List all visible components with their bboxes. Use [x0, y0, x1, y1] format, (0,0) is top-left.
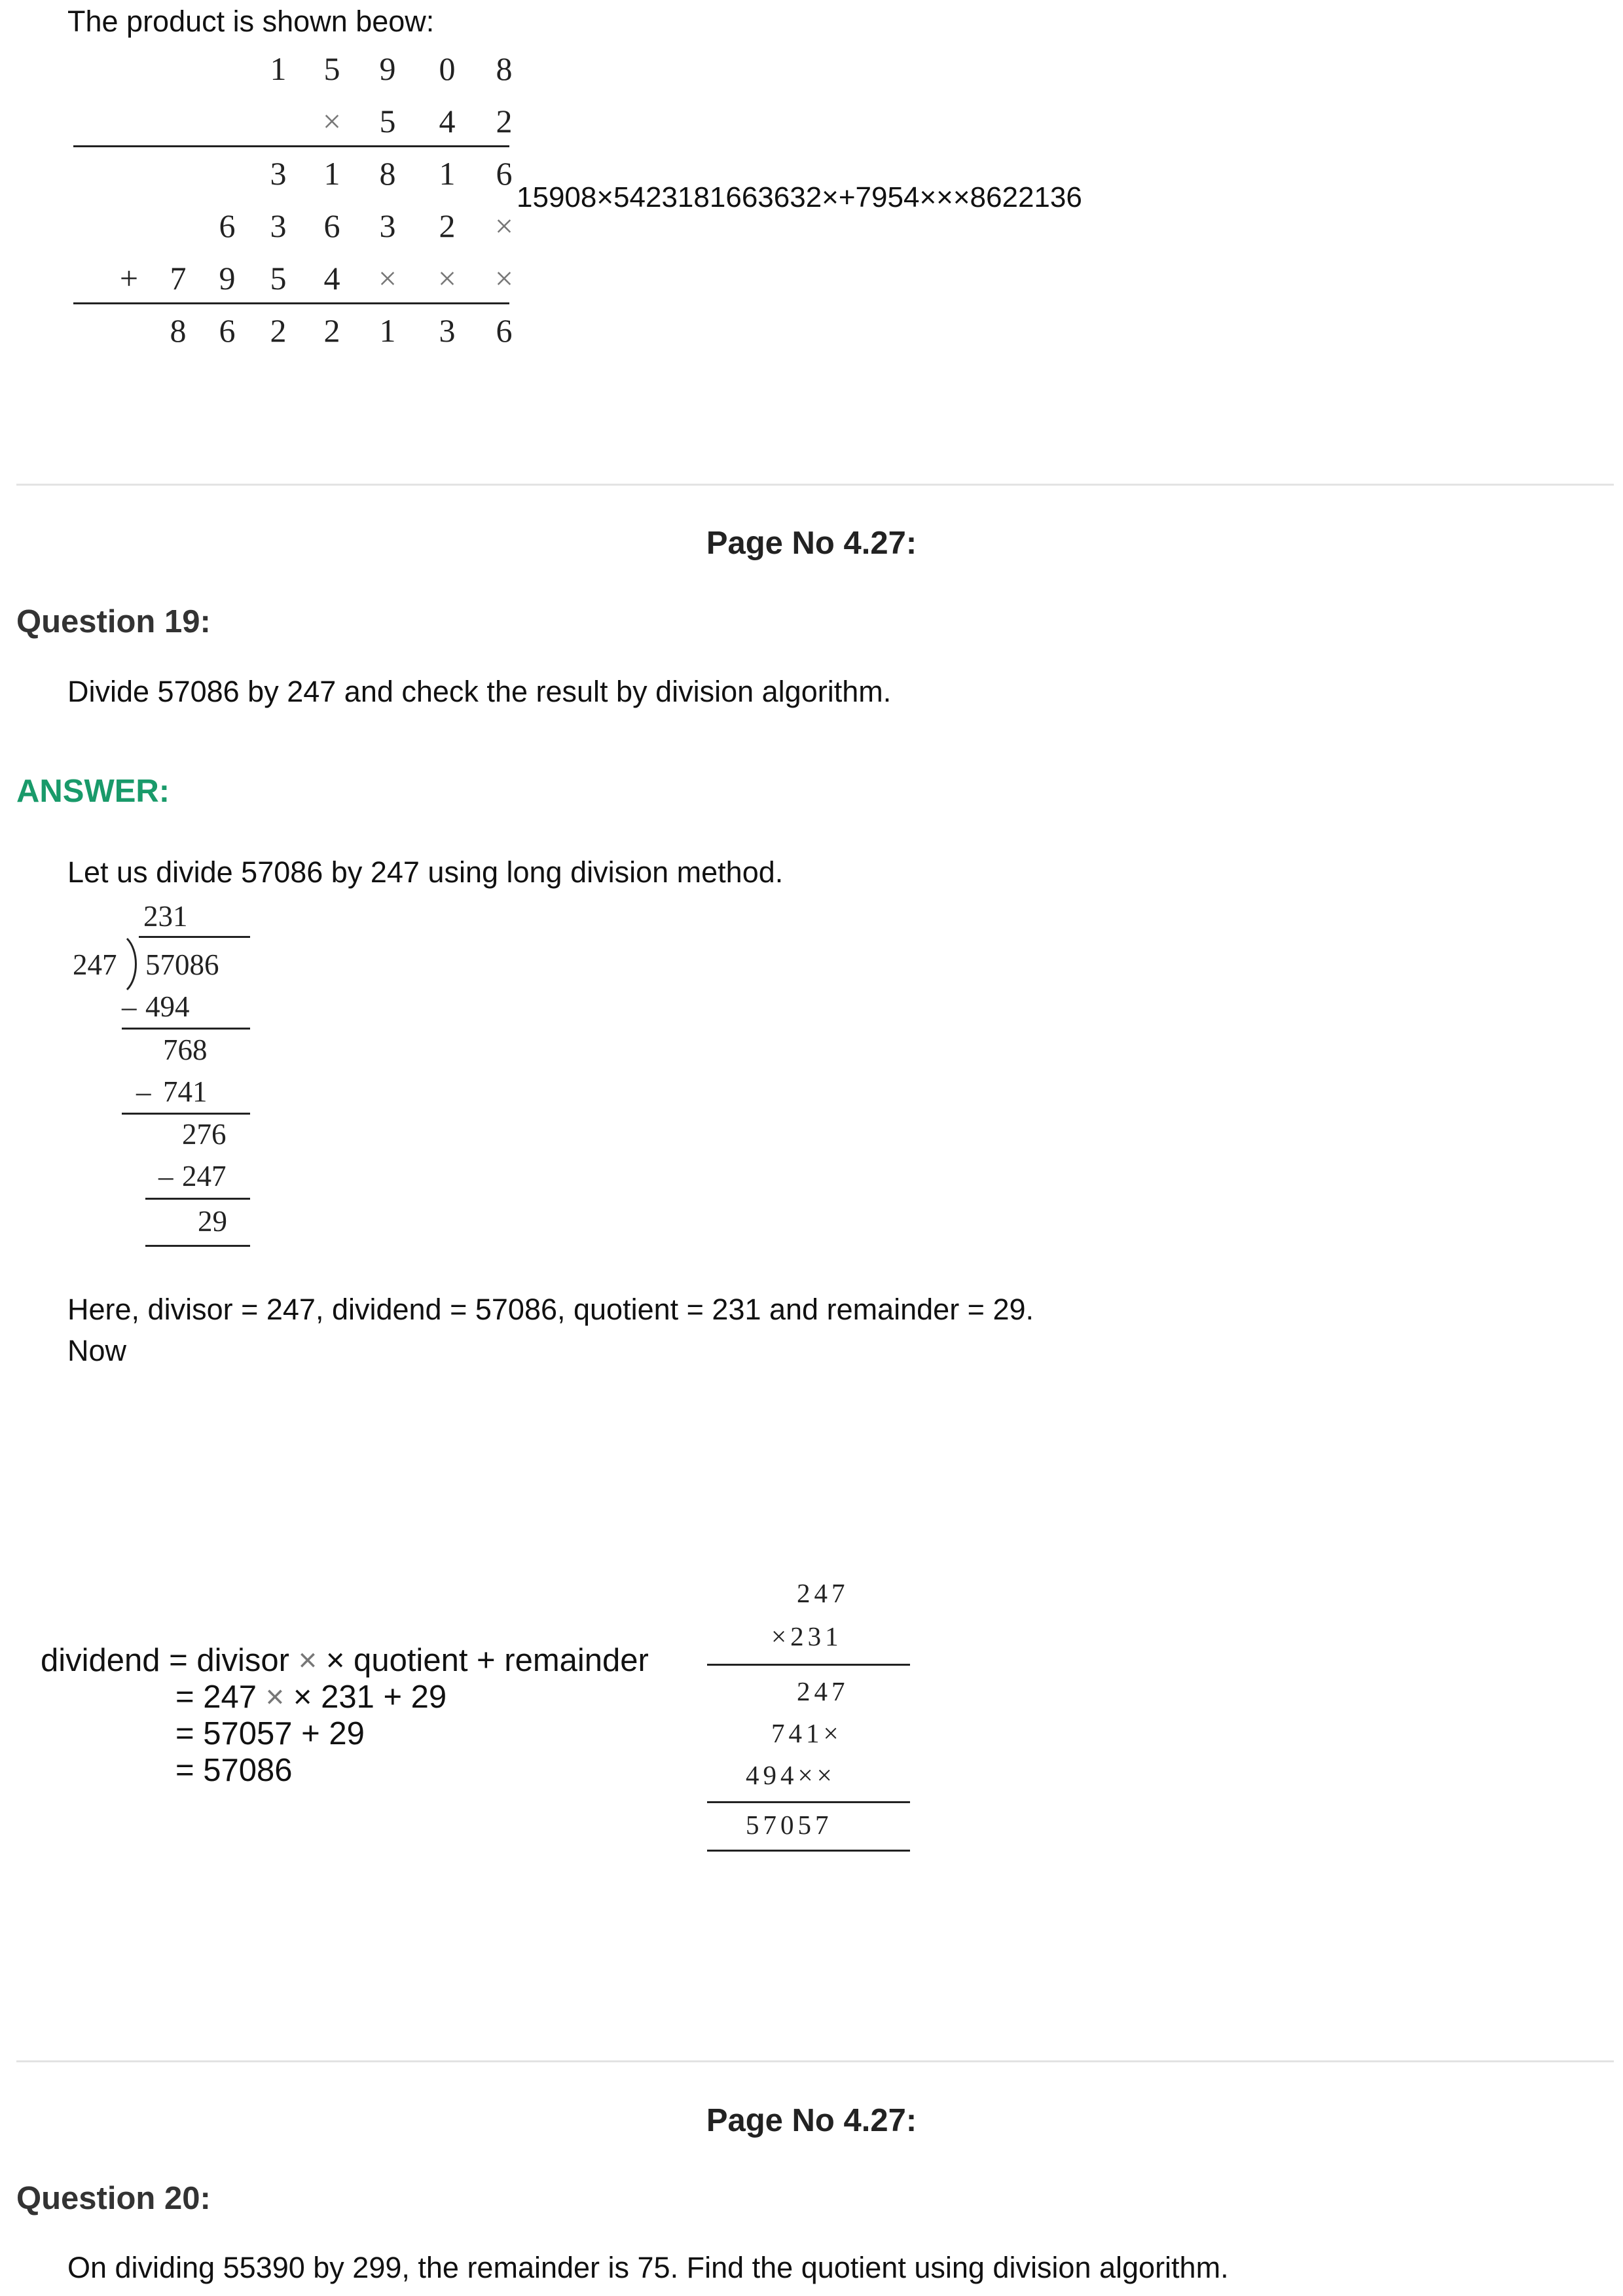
digit-cell: 3	[270, 207, 287, 244]
division-dividend: 57086	[145, 948, 219, 981]
verification-line-4: = 57086	[175, 1753, 293, 1788]
division-rule	[122, 1113, 250, 1115]
question-19-heading: Question 19:	[16, 604, 211, 639]
digit-cell: 8	[496, 50, 513, 87]
question-19-text: Divide 57086 by 247 and check the result…	[67, 675, 892, 708]
now-text: Now	[67, 1334, 127, 1367]
division-rule	[122, 1028, 250, 1030]
multiplication-rule-bottom	[73, 302, 509, 304]
times-icon: ×	[298, 1643, 318, 1678]
digit-cell: 8	[170, 312, 187, 349]
times-icon: ×	[494, 207, 514, 244]
digit-cell: 5	[379, 103, 396, 139]
check-top-number: 247	[797, 1578, 849, 1608]
check-rule	[707, 1664, 910, 1666]
digit-cell: 4	[323, 260, 340, 296]
digit-cell: 1	[439, 155, 456, 192]
division-bracket-icon	[126, 937, 137, 991]
check-rule	[707, 1850, 910, 1852]
question-20-heading: Question 20:	[16, 2181, 211, 2216]
verification-line-3: = 57057 + 29	[175, 1716, 365, 1751]
times-icon: ×	[494, 260, 514, 296]
digit-cell: 6	[219, 207, 236, 244]
digit-cell: 0	[439, 50, 456, 87]
verification-line-2: = 247 × × 231 + 29	[175, 1679, 447, 1715]
division-step: 741	[163, 1075, 208, 1108]
multiplication-rule-top	[73, 145, 509, 147]
digit-cell: 3	[270, 155, 287, 192]
check-partial-product: 247	[797, 1676, 849, 1706]
question-20-text: On dividing 55390 by 299, the remainder …	[67, 2251, 1229, 2284]
digit-cell: 2	[496, 103, 513, 139]
digit-cell: 4	[439, 103, 456, 139]
digit-cell: 1	[379, 312, 396, 349]
digit-cell: 9	[379, 50, 396, 87]
page-number-heading: Page No 4.27:	[706, 2103, 917, 2138]
digit-cell: 5	[323, 50, 340, 87]
answer-intro-text: Let us divide 57086 by 247 using long di…	[67, 855, 784, 889]
division-step: 494	[145, 990, 190, 1023]
division-remainder: 29	[198, 1205, 227, 1238]
digit-cell: 3	[379, 207, 396, 244]
digit-cell: 6	[323, 207, 340, 244]
digit-cell: 2	[270, 312, 287, 349]
check-result: 57057	[746, 1810, 833, 1840]
digit-cell: 7	[170, 260, 187, 296]
section-divider	[16, 484, 1614, 486]
digit-cell: 2	[439, 207, 456, 244]
division-divisor: 247	[73, 948, 117, 981]
division-step: 247	[182, 1160, 227, 1193]
times-icon: ×	[265, 1679, 285, 1715]
division-top-rule	[139, 936, 250, 938]
check-partial-product: 494××	[746, 1760, 836, 1790]
times-icon: ×	[322, 103, 342, 139]
digit-cell: 2	[323, 312, 340, 349]
division-minus-sign: –	[158, 1160, 173, 1193]
division-step: 276	[182, 1118, 227, 1151]
digit-cell: 5	[270, 260, 287, 296]
intro-text: The product is shown beow:	[67, 5, 435, 38]
times-icon: ×	[437, 260, 457, 296]
check-partial-product: 741×	[771, 1718, 843, 1748]
page-number-heading: Page No 4.27:	[706, 526, 917, 561]
digit-cell: 6	[219, 312, 236, 349]
digit-cell: 6	[496, 312, 513, 349]
answer-heading: ANSWER:	[16, 774, 170, 809]
values-line: Here, divisor = 247, dividend = 57086, q…	[67, 1293, 1034, 1326]
check-multiplier: ×231	[771, 1621, 843, 1651]
division-rule	[145, 1245, 250, 1247]
plus-sign: +	[119, 260, 139, 296]
verification-line-1: dividend = divisor × × quotient + remain…	[41, 1643, 649, 1678]
division-minus-sign: –	[136, 1075, 151, 1108]
digit-cell: 9	[219, 260, 236, 296]
division-minus-sign: –	[122, 990, 137, 1023]
division-rule	[145, 1198, 250, 1200]
digit-cell: 1	[323, 155, 340, 192]
times-icon: ×	[378, 260, 397, 296]
division-step: 768	[163, 1033, 208, 1066]
section-divider	[16, 2060, 1614, 2062]
digit-cell: 8	[379, 155, 396, 192]
division-quotient: 231	[143, 900, 188, 933]
digit-cell: 3	[439, 312, 456, 349]
digit-cell: 1	[270, 50, 287, 87]
check-rule	[707, 1801, 910, 1803]
multiplication-inline-text: 15908×5423181663632×+7954×××8622136	[517, 181, 1082, 213]
